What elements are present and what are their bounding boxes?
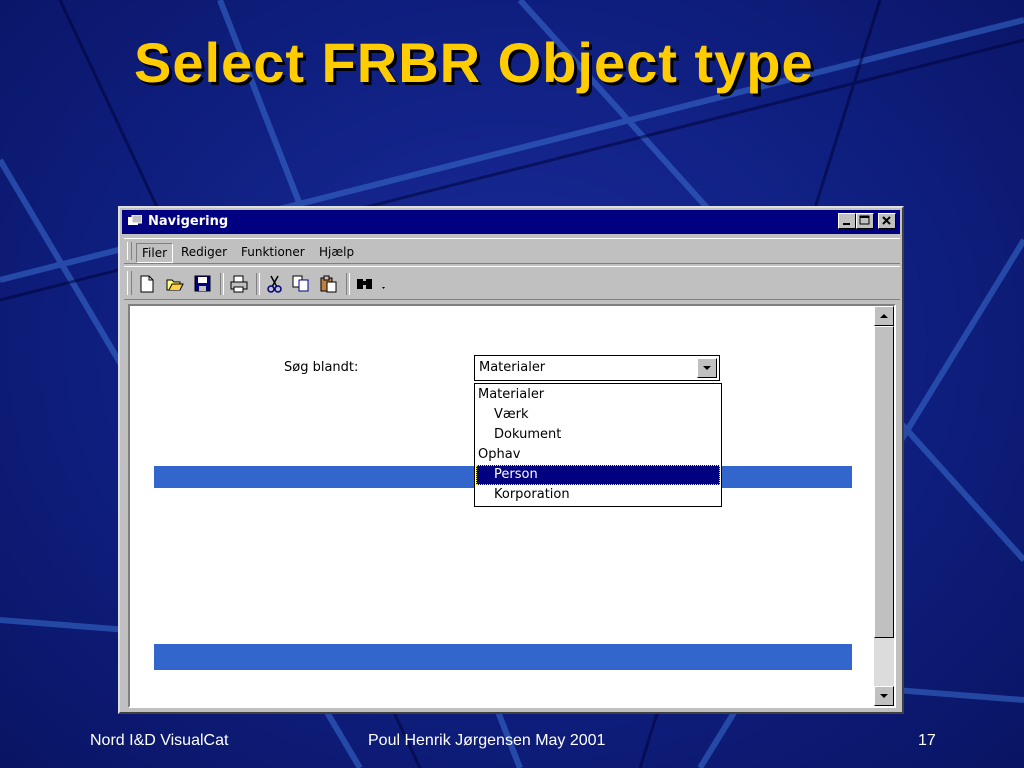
chevron-down-icon bbox=[703, 366, 711, 370]
minimize-button[interactable] bbox=[838, 213, 856, 229]
paste-icon bbox=[320, 275, 337, 293]
new-icon bbox=[140, 275, 154, 293]
toolbar-separator bbox=[346, 273, 350, 295]
option-materialer[interactable]: Materialer bbox=[476, 385, 720, 405]
scrollbar-thumb[interactable] bbox=[874, 326, 894, 638]
print-icon bbox=[230, 275, 248, 293]
toolbar-grip[interactable] bbox=[127, 271, 132, 295]
find-button[interactable] bbox=[354, 273, 390, 295]
save-button[interactable] bbox=[192, 273, 214, 295]
cut-button[interactable] bbox=[264, 273, 286, 295]
scroll-down-button[interactable] bbox=[874, 686, 894, 706]
arrow-down-icon bbox=[880, 694, 888, 698]
result-band-bottom bbox=[154, 644, 852, 670]
maximize-button[interactable] bbox=[856, 213, 874, 229]
menu-hjaelp[interactable]: Hjælp bbox=[314, 243, 359, 261]
open-icon bbox=[166, 279, 184, 291]
copy-icon bbox=[292, 275, 309, 292]
paste-button[interactable] bbox=[318, 273, 340, 295]
minimize-icon bbox=[843, 223, 850, 225]
scroll-up-button[interactable] bbox=[874, 306, 894, 326]
object-type-dropdown-list: Materialer Værk Dokument Ophav Person Ko… bbox=[474, 383, 722, 507]
footer-center: Poul Henrik Jørgensen May 2001 bbox=[368, 732, 606, 749]
maximize-icon bbox=[859, 215, 870, 225]
client-area: Søg blandt: Materialer Materialer Værk D… bbox=[128, 304, 896, 708]
search-label: Søg blandt: bbox=[284, 360, 359, 375]
close-button[interactable] bbox=[878, 213, 896, 229]
option-korporation[interactable]: Korporation bbox=[476, 485, 720, 505]
vertical-scrollbar[interactable] bbox=[874, 306, 894, 706]
window-titlebar[interactable]: Navigering bbox=[122, 210, 900, 234]
menubar-grip[interactable] bbox=[127, 242, 132, 260]
page-number: 17 bbox=[918, 732, 936, 749]
menu-filer[interactable]: Filer bbox=[136, 243, 174, 263]
option-dokument[interactable]: Dokument bbox=[476, 425, 720, 445]
cut-icon bbox=[267, 275, 282, 293]
new-button[interactable] bbox=[136, 273, 158, 295]
object-type-combobox[interactable]: Materialer bbox=[474, 355, 720, 381]
copy-button[interactable] bbox=[290, 273, 312, 295]
toolbar-separator bbox=[256, 273, 260, 295]
toolbar-separator bbox=[220, 273, 224, 295]
option-ophav[interactable]: Ophav bbox=[476, 445, 720, 465]
navigering-window: Navigering Filer Rediger Funktioner Hjæl… bbox=[118, 206, 904, 714]
menu-rediger[interactable]: Rediger bbox=[176, 243, 232, 261]
menu-bar: Filer Rediger Funktioner Hjælp bbox=[124, 238, 900, 264]
arrow-up-icon bbox=[880, 314, 888, 318]
window-title: Navigering bbox=[148, 214, 229, 229]
option-person[interactable]: Person bbox=[476, 465, 720, 485]
save-icon bbox=[194, 275, 211, 292]
slide-title: Select FRBR Object type bbox=[134, 31, 814, 94]
print-button[interactable] bbox=[228, 273, 250, 295]
option-vaerk[interactable]: Værk bbox=[476, 405, 720, 425]
app-icon bbox=[128, 215, 142, 225]
combobox-value: Materialer bbox=[479, 360, 546, 375]
toolbar bbox=[124, 266, 900, 300]
find-icon bbox=[357, 279, 385, 289]
combobox-dropdown-button[interactable] bbox=[697, 358, 717, 378]
menu-funktioner[interactable]: Funktioner bbox=[236, 243, 310, 261]
close-icon bbox=[882, 216, 891, 225]
footer-left: Nord I&D VisualCat bbox=[90, 732, 229, 749]
open-button[interactable] bbox=[164, 273, 186, 295]
